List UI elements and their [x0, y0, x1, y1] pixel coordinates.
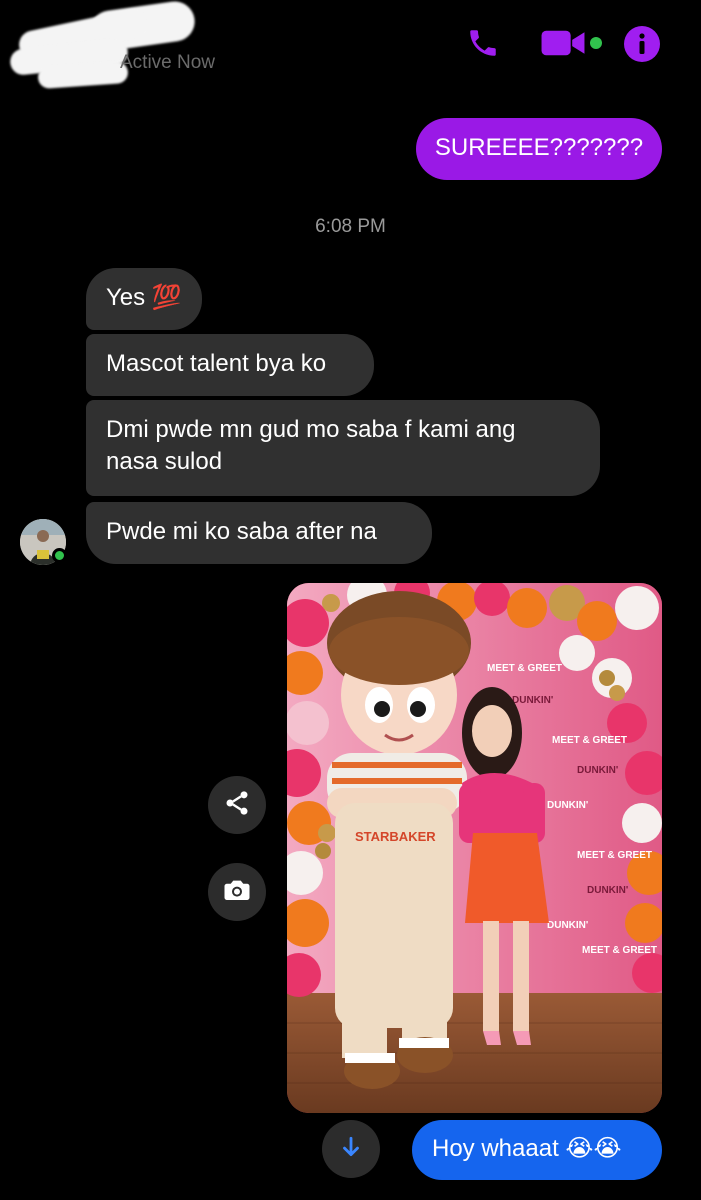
chat-header: Active Now: [0, 0, 701, 90]
message-text: Pwde mi ko saba after na: [106, 518, 377, 545]
svg-text:MEET & GREET: MEET & GREET: [582, 945, 657, 956]
active-status: Active Now: [120, 52, 216, 73]
message-bubble-incoming[interactable]: Dmi pwde mn gud mo saba f kami ang nasa …: [86, 400, 600, 496]
svg-text:STARBAKER: STARBAKER: [355, 829, 436, 844]
svg-text:MEET & GREET: MEET & GREET: [487, 663, 562, 674]
message-bubble-outgoing[interactable]: SUREEEE???????: [416, 118, 662, 180]
scroll-to-bottom-button[interactable]: [322, 1120, 380, 1178]
arrow-down-icon: [338, 1134, 364, 1165]
message-timestamp: 6:08 PM: [315, 216, 386, 237]
message-text: Mascot talent bya ko: [106, 350, 327, 377]
svg-text:DUNKIN': DUNKIN': [512, 695, 553, 706]
svg-text:DUNKIN': DUNKIN': [547, 920, 588, 931]
share-button[interactable]: [208, 776, 266, 834]
svg-text:MEET & GREET: MEET & GREET: [577, 850, 652, 861]
online-dot: [590, 37, 602, 49]
info-icon[interactable]: [624, 26, 660, 62]
message-text: SUREEEE???????: [434, 134, 644, 161]
message-bubble-incoming[interactable]: Pwde mi ko saba after na: [86, 502, 432, 564]
redacted-contact-name: [8, 0, 203, 92]
svg-text:MEET & GREET: MEET & GREET: [552, 735, 627, 746]
message-bubble-outgoing[interactable]: Hoy whaaat 😭😭: [412, 1120, 662, 1180]
share-icon: [223, 789, 251, 822]
message-bubble-incoming[interactable]: Mascot talent bya ko: [86, 334, 374, 396]
svg-text:DUNKIN': DUNKIN': [547, 800, 588, 811]
online-status-dot: [52, 548, 67, 563]
svg-text:DUNKIN': DUNKIN': [587, 885, 628, 896]
camera-icon: [222, 875, 252, 910]
message-bubble-incoming[interactable]: Yes 💯: [86, 268, 202, 330]
message-text: Yes 💯: [106, 284, 182, 311]
save-photo-button[interactable]: [208, 863, 266, 921]
phone-icon[interactable]: [464, 24, 502, 62]
video-call-icon[interactable]: [540, 24, 586, 62]
message-text-line: Dmi pwde mn gud mo saba f kami ang: [106, 416, 516, 443]
photo-attachment[interactable]: MEET & GREET DUNKIN' MEET & GREET DUNKIN…: [287, 583, 662, 1113]
message-text: Hoy whaaat 😭😭: [432, 1135, 622, 1162]
svg-text:DUNKIN': DUNKIN': [577, 765, 618, 776]
message-text-line: nasa sulod: [106, 448, 223, 475]
